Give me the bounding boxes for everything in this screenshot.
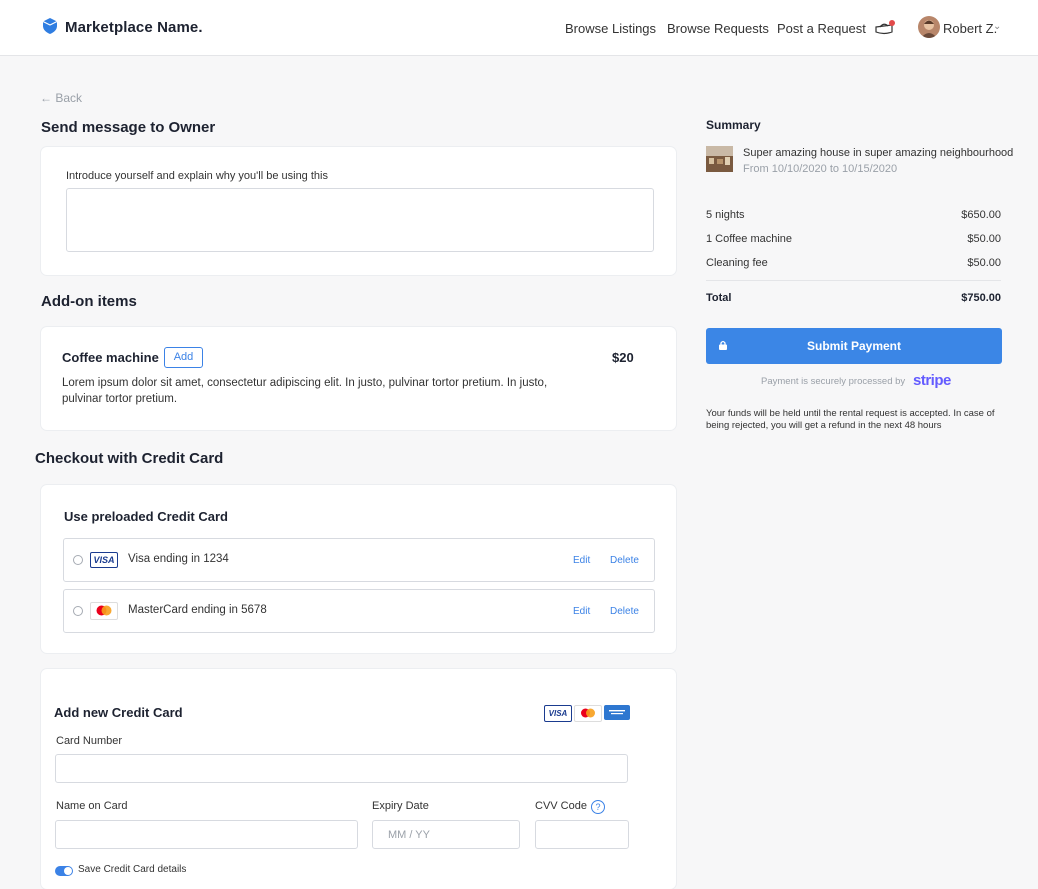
expiry-label: Expiry Date	[372, 800, 429, 812]
nav-post-request[interactable]: Post a Request	[777, 21, 866, 36]
delete-card-link[interactable]: Delete	[610, 606, 639, 617]
user-name[interactable]: Robert Z.	[943, 21, 997, 36]
line-item-value: $50.00	[967, 257, 1001, 269]
addons-section-title: Add-on items	[41, 293, 137, 310]
brand-logo-icon[interactable]	[41, 17, 59, 35]
mastercard-icon	[574, 705, 602, 722]
amex-icon	[604, 705, 630, 720]
summary-line-item: 5 nights $650.00	[706, 209, 1001, 221]
save-card-label: Save Credit Card details	[78, 864, 187, 875]
summary-line-item: Cleaning fee $50.00	[706, 257, 1001, 269]
summary-line-item: 1 Coffee machine $50.00	[706, 233, 1001, 245]
save-card-toggle[interactable]	[55, 866, 73, 876]
line-item-value: $50.00	[967, 233, 1001, 245]
line-item-label: 1 Coffee machine	[706, 233, 793, 245]
back-label: Back	[55, 91, 83, 105]
user-avatar[interactable]	[918, 16, 940, 38]
message-textarea[interactable]	[66, 188, 654, 252]
line-item-label: 5 nights	[706, 209, 745, 221]
card-label: Visa ending in 1234	[128, 553, 229, 565]
stripe-logo: stripe	[913, 372, 951, 389]
card-radio[interactable]	[73, 555, 83, 565]
nav-browse-requests[interactable]: Browse Requests	[667, 21, 769, 36]
card-label: MasterCard ending in 5678	[128, 604, 267, 616]
addon-description: Lorem ipsum dolor sit amet, consectetur …	[62, 377, 548, 405]
card-radio[interactable]	[73, 606, 83, 616]
edit-card-link[interactable]: Edit	[573, 606, 590, 617]
secure-payment-text: Payment is securely processed by	[761, 376, 906, 387]
help-icon[interactable]: ?	[591, 800, 605, 814]
card-number-input[interactable]	[55, 754, 628, 783]
line-item-value: $650.00	[961, 209, 1001, 221]
brand-name[interactable]: Marketplace Name.	[65, 19, 203, 36]
summary-total: Total $750.00	[706, 292, 1001, 304]
notification-icon[interactable]	[874, 19, 896, 37]
back-link[interactable]: ← Back	[40, 91, 82, 105]
submit-payment-button[interactable]: Submit Payment	[706, 328, 1002, 364]
listing-dates: From 10/10/2020 to 10/15/2020	[743, 163, 898, 175]
cvv-input[interactable]	[535, 820, 629, 849]
addon-item-name: Coffee machine	[62, 350, 159, 365]
mastercard-icon	[90, 602, 118, 620]
checkout-section-title: Checkout with Credit Card	[35, 450, 224, 467]
edit-card-link[interactable]: Edit	[573, 555, 590, 566]
addon-price: $20	[612, 350, 634, 365]
new-card-title: Add new Credit Card	[54, 705, 183, 720]
expiry-input[interactable]: MM / YY	[372, 820, 520, 849]
top-nav-bar: Marketplace Name. Browse Listings Browse…	[0, 0, 1038, 56]
refund-note: Your funds will be held until the rental…	[706, 408, 995, 431]
delete-card-link[interactable]: Delete	[610, 555, 639, 566]
listing-thumbnail	[706, 146, 733, 172]
nav-browse-listings[interactable]: Browse Listings	[565, 21, 656, 36]
name-on-card-label: Name on Card	[56, 800, 128, 812]
lock-icon	[719, 340, 727, 350]
message-section-title: Send message to Owner	[41, 119, 216, 136]
name-on-card-input[interactable]	[55, 820, 358, 849]
cvv-label: CVV Code	[535, 800, 587, 812]
message-label: Introduce yourself and explain why you'l…	[66, 170, 328, 182]
visa-icon: VISA	[544, 705, 572, 722]
total-label: Total	[706, 292, 732, 304]
line-item-label: Cleaning fee	[706, 257, 768, 269]
visa-icon: VISA	[90, 552, 118, 568]
add-addon-button[interactable]: Add	[164, 347, 203, 368]
preloaded-cards-title: Use preloaded Credit Card	[64, 509, 228, 524]
listing-title: Super amazing house in super amazing nei…	[743, 147, 1014, 159]
submit-payment-label: Submit Payment	[806, 339, 902, 353]
card-number-label: Card Number	[56, 735, 123, 747]
saved-card-row[interactable]: MasterCard ending in 5678 Edit Delete	[63, 589, 655, 633]
chevron-down-icon[interactable]: ⌄	[993, 21, 1001, 32]
total-value: $750.00	[961, 292, 1001, 304]
summary-divider	[706, 280, 1001, 281]
summary-title: Summary	[706, 118, 761, 132]
saved-card-row[interactable]: VISA Visa ending in 1234 Edit Delete	[63, 538, 655, 582]
